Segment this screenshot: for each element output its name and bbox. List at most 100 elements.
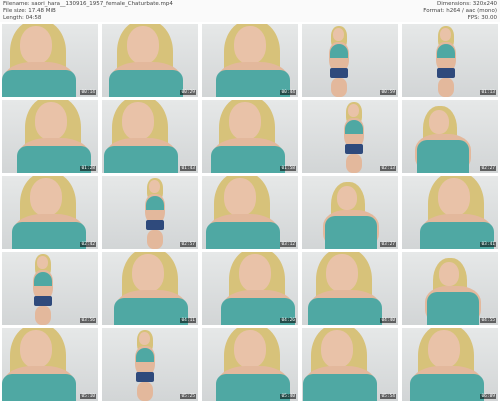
figure-top	[12, 222, 86, 249]
figure-top	[104, 146, 178, 173]
figure-top	[345, 120, 363, 134]
figure-top	[109, 70, 183, 97]
thumbnail-timestamp: 01:13	[480, 90, 496, 95]
thumbnail-grid: 00:14 00:29 00:44 00:59 01:13 01:28 01:43 01:58…	[2, 24, 498, 401]
thumbnail-timestamp: 01:58	[280, 166, 296, 171]
figure-top	[325, 216, 377, 249]
figure-legs	[331, 78, 347, 97]
video-thumbnail[interactable]: 00:14	[2, 24, 98, 97]
thumbnail-timestamp: 03:41	[480, 242, 496, 247]
figure-legs	[35, 306, 51, 325]
figure-face	[229, 102, 261, 140]
video-thumbnail[interactable]: 00:59	[302, 24, 398, 97]
video-thumbnail[interactable]: 01:13	[402, 24, 498, 97]
video-thumbnail[interactable]: 03:12	[202, 176, 298, 249]
length-label: Length: 04:58	[3, 15, 42, 21]
figure-shorts	[345, 144, 363, 154]
figure-shorts	[437, 68, 455, 78]
figure-face	[20, 26, 52, 64]
video-thumbnail[interactable]: 01:43	[102, 100, 198, 173]
thumbnail-timestamp: 04:55	[480, 318, 496, 323]
thumbnail-timestamp: 00:29	[180, 90, 196, 95]
video-thumbnail[interactable]: 03:56	[2, 252, 98, 325]
video-thumbnail[interactable]: 04:55	[402, 252, 498, 325]
thumbnail-timestamp: 00:59	[380, 90, 396, 95]
video-thumbnail[interactable]: 01:58	[202, 100, 298, 173]
video-thumbnail[interactable]: 05:54	[302, 328, 398, 401]
contact-sheet: Filename: saori_hara__130916_1957_female…	[0, 0, 500, 401]
figure-face	[37, 256, 48, 269]
fps-label: FPS: 30.00	[467, 15, 497, 21]
figure-top	[211, 146, 285, 173]
figure-shorts	[146, 220, 164, 230]
video-thumbnail[interactable]: 05:10	[2, 328, 98, 401]
figure-face	[439, 262, 459, 286]
figure-top	[410, 374, 484, 401]
video-thumbnail[interactable]: 01:28	[2, 100, 98, 173]
video-thumbnail[interactable]: 02:42	[2, 176, 98, 249]
thumbnail-timestamp: 03:12	[280, 242, 296, 247]
dimensions-label: Dimensions: 320x240	[437, 1, 497, 7]
thumbnail-timestamp: 04:40	[380, 318, 396, 323]
figure-top	[330, 44, 348, 58]
figure-shorts	[34, 296, 52, 306]
figure-face	[127, 26, 159, 64]
figure-shorts	[136, 372, 154, 382]
video-thumbnail[interactable]: 00:29	[102, 24, 198, 97]
figure-face	[326, 254, 358, 292]
figure-legs	[137, 382, 153, 401]
figure-top	[437, 44, 455, 58]
figure-top	[216, 374, 290, 401]
thumbnail-timestamp: 01:28	[80, 166, 96, 171]
figure-top	[427, 292, 479, 325]
figure-face	[429, 110, 449, 134]
thumbnail-timestamp: 05:54	[380, 394, 396, 399]
filesize-label: File size: 17.48 MiB	[3, 8, 56, 14]
figure-top	[206, 222, 280, 249]
video-thumbnail[interactable]: 02:13	[302, 100, 398, 173]
figure-face	[321, 330, 353, 368]
video-thumbnail[interactable]: 02:57	[102, 176, 198, 249]
figure-legs	[147, 230, 163, 249]
figure-face	[224, 178, 256, 216]
thumbnail-timestamp: 05:10	[80, 394, 96, 399]
figure-face	[438, 178, 470, 216]
figure-face	[20, 330, 52, 368]
figure-face	[428, 330, 460, 368]
video-thumbnail[interactable]: 05:25	[102, 328, 198, 401]
video-thumbnail[interactable]: 04:11	[102, 252, 198, 325]
video-thumbnail[interactable]: 06:09	[402, 328, 498, 401]
video-thumbnail[interactable]: 00:44	[202, 24, 298, 97]
figure-face	[35, 102, 67, 140]
figure-top	[417, 140, 469, 173]
metadata-header: Filename: saori_hara__130916_1957_female…	[0, 0, 500, 22]
figure-face	[239, 254, 271, 292]
figure-face	[122, 102, 154, 140]
figure-face	[30, 178, 62, 216]
video-thumbnail[interactable]: 02:27	[402, 100, 498, 173]
figure-top	[2, 70, 76, 97]
metadata-left: Filename: saori_hara__130916_1957_female…	[3, 1, 173, 22]
thumbnail-timestamp: 04:26	[280, 318, 296, 323]
figure-face	[337, 186, 357, 210]
video-thumbnail[interactable]: 03:27	[302, 176, 398, 249]
thumbnail-timestamp: 01:43	[180, 166, 196, 171]
video-thumbnail[interactable]: 05:40	[202, 328, 298, 401]
figure-shorts	[330, 68, 348, 78]
thumbnail-timestamp: 02:27	[480, 166, 496, 171]
video-thumbnail[interactable]: 04:26	[202, 252, 298, 325]
figure-face	[234, 330, 266, 368]
thumbnail-background	[302, 24, 398, 97]
thumbnail-timestamp: 00:44	[280, 90, 296, 95]
thumbnail-timestamp: 04:11	[180, 318, 196, 323]
video-thumbnail[interactable]: 04:40	[302, 252, 398, 325]
video-thumbnail[interactable]: 03:41	[402, 176, 498, 249]
thumbnail-timestamp: 05:40	[280, 394, 296, 399]
figure-face	[348, 104, 359, 117]
thumbnail-timestamp: 02:42	[80, 242, 96, 247]
thumbnail-timestamp: 03:27	[380, 242, 396, 247]
figure-face	[132, 254, 164, 292]
metadata-right: Dimensions: 320x240 Format: h264 / aac (…	[423, 1, 497, 22]
thumbnail-timestamp: 00:14	[80, 90, 96, 95]
figure-face	[333, 28, 344, 41]
